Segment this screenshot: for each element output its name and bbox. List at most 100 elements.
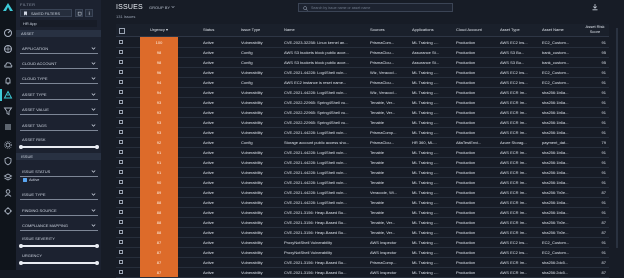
cell-name[interactable]: CVE-2021-44228: Log4Shell vuln...	[284, 200, 366, 205]
cell-name[interactable]: CVE-2021-44228: Log4Shell vuln...	[284, 180, 366, 185]
row-checkbox[interactable]	[119, 120, 123, 124]
column-header-asset-risk-score[interactable]: Asset Risk Score	[582, 24, 608, 34]
asset-section-header[interactable]: ASSET	[16, 30, 101, 37]
slider-handle-max[interactable]	[95, 243, 99, 248]
row-checkbox[interactable]	[119, 250, 123, 254]
save-filter-button[interactable]	[75, 9, 83, 17]
cell-name[interactable]: ProxyNotShell Vulnerability	[284, 250, 366, 255]
bell-icon[interactable]	[3, 76, 13, 86]
cell-name[interactable]: CVE-2021-3156: Heap-Based Bu...	[284, 220, 366, 225]
search-input[interactable]: Search by issue name or asset name	[311, 6, 370, 10]
slider-handle-min[interactable]	[19, 260, 23, 265]
row-checkbox[interactable]	[119, 90, 123, 94]
cell-name[interactable]: CVE-2022-22965: Spring4Shell vu...	[284, 110, 366, 115]
column-header-asset-type[interactable]: Asset Type	[500, 27, 520, 32]
row-checkbox[interactable]	[119, 150, 123, 154]
column-header-sources[interactable]: Sources	[370, 27, 385, 32]
cell-name[interactable]: CVE-2022-22965: Spring4Shell vu...	[284, 100, 366, 105]
row-checkbox[interactable]	[119, 80, 123, 84]
filter-name-field[interactable]: HR App	[20, 20, 97, 27]
list-icon[interactable]	[3, 122, 13, 132]
issue-section-header[interactable]: ISSUE	[16, 153, 101, 160]
row-checkbox[interactable]	[119, 210, 123, 214]
settings-icon[interactable]	[3, 140, 13, 150]
cell-name[interactable]: CVE-2021-44228: Log4Shell vuln...	[284, 190, 366, 195]
issue-status-select[interactable]	[20, 169, 98, 177]
issue-severity-slider[interactable]	[19, 243, 99, 248]
asset-value-select[interactable]	[20, 107, 98, 115]
column-header-status[interactable]: Status	[203, 27, 214, 32]
cloud-account-select[interactable]	[20, 61, 98, 69]
cell-name[interactable]: Storage account public access sho...	[284, 140, 366, 145]
row-checkbox[interactable]	[119, 270, 123, 274]
asset-risk-slider[interactable]	[19, 144, 99, 149]
application-select[interactable]	[20, 46, 98, 54]
row-checkbox[interactable]	[119, 130, 123, 134]
cell-name[interactable]: ProxyNotShell Vulnerability	[284, 240, 366, 245]
slider-handle-max[interactable]	[95, 144, 99, 149]
asset-tags-select[interactable]	[20, 123, 98, 131]
column-header-name[interactable]: Name	[284, 27, 295, 32]
row-checkbox[interactable]	[119, 260, 123, 264]
issues-icon[interactable]	[3, 90, 13, 100]
cloud-type-select[interactable]	[20, 76, 98, 84]
row-checkbox[interactable]	[119, 70, 123, 74]
settings-icon[interactable]	[3, 206, 13, 216]
row-checkbox[interactable]	[119, 230, 123, 234]
more-options-button[interactable]	[85, 9, 93, 17]
cell-name[interactable]: CVE-2021-3156: Heap-Based Bu...	[284, 230, 366, 235]
dashboard-icon[interactable]	[3, 28, 13, 38]
row-checkbox[interactable]	[119, 40, 123, 44]
column-header-issue-type[interactable]: Issue Type	[241, 27, 260, 32]
row-checkbox[interactable]	[119, 180, 123, 184]
cell-name[interactable]: CVE-2022-22965: Spring4Shell vu...	[284, 120, 366, 125]
search-box[interactable]: Search by issue name or asset name	[298, 3, 453, 12]
row-checkbox[interactable]	[119, 190, 123, 194]
cell-name[interactable]: CVE-2021-44228: Log4Shell vuln...	[284, 170, 366, 175]
download-icon[interactable]	[591, 3, 599, 11]
select-all-checkbox[interactable]	[119, 28, 125, 34]
cell-name[interactable]: CVE-2021-3156: Heap-Based Bu...	[284, 270, 366, 275]
cloud-icon[interactable]	[3, 60, 13, 70]
group-by-dropdown[interactable]: GROUP BY	[149, 5, 175, 10]
column-header-asset-name[interactable]: Asset Name	[542, 27, 564, 32]
cell-name[interactable]: CVE-2021-44228: Log4Shell vuln...	[284, 160, 366, 165]
slider-handle-min[interactable]	[19, 243, 23, 248]
cell-name[interactable]: CVE-2021-44228: Log4Shell vuln...	[284, 90, 366, 95]
table-row[interactable]: 87 Active Vulnerability CVE-2021-3156: Heap…	[116, 267, 609, 278]
shield-icon[interactable]	[3, 156, 13, 166]
cell-name[interactable]: CVE-2021-3156: Heap-Based Bu...	[284, 260, 366, 265]
table-scrollbar[interactable]	[616, 28, 618, 248]
column-header-urgency[interactable]: Urgency ▾	[141, 27, 177, 32]
slider-handle-min[interactable]	[19, 144, 23, 149]
saved-filters-dropdown[interactable]: SAVED FILTERS	[20, 9, 72, 17]
asset-type-select[interactable]	[20, 92, 98, 100]
active-checkbox[interactable]	[23, 178, 27, 182]
filter-icon[interactable]	[3, 106, 13, 116]
row-checkbox[interactable]	[119, 60, 123, 64]
globe-icon[interactable]	[3, 44, 13, 54]
row-checkbox[interactable]	[119, 100, 123, 104]
row-checkbox[interactable]	[119, 200, 123, 204]
finding-source-select[interactable]	[20, 208, 98, 216]
cell-name[interactable]: CVE-2023-32258: Linux kernel an...	[284, 40, 366, 45]
row-checkbox[interactable]	[119, 160, 123, 164]
column-header-cloud-account[interactable]: Cloud Account	[456, 27, 482, 32]
row-checkbox[interactable]	[119, 220, 123, 224]
compliance-mapping-select[interactable]	[20, 223, 98, 231]
urgency-slider[interactable]	[19, 260, 99, 265]
slider-handle-max[interactable]	[95, 260, 99, 265]
column-header-applications[interactable]: Applications	[412, 27, 434, 32]
cell-name[interactable]: CVE-2021-44228: Log4Shell vuln...	[284, 70, 366, 75]
cell-name[interactable]: CVE-2021-3156: Heap-Based Bu...	[284, 210, 366, 215]
row-checkbox[interactable]	[119, 110, 123, 114]
row-checkbox[interactable]	[119, 170, 123, 174]
row-checkbox[interactable]	[119, 240, 123, 244]
cell-name[interactable]: CVE-2021-44228: Log4Shell vuln...	[284, 130, 366, 135]
layers-icon[interactable]	[3, 172, 13, 182]
cell-name[interactable]: AWS S3 buckets block public acce...	[284, 50, 366, 55]
issue-type-select[interactable]	[20, 192, 98, 200]
user-icon[interactable]	[3, 188, 13, 198]
cell-name[interactable]: AWS S3 buckets block public acce...	[284, 60, 366, 65]
cell-name[interactable]: CVE-2021-44228: Log4Shell vuln...	[284, 150, 366, 155]
